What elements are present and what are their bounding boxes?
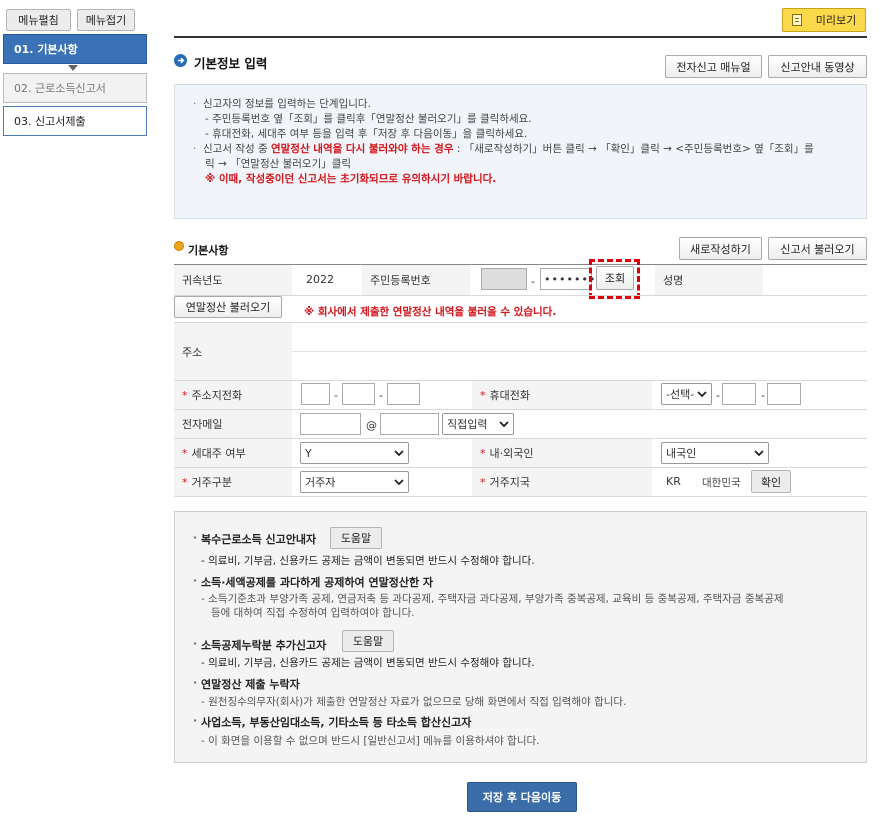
note-detail: - 원천징수의무자(회사)가 제출한 연말정산 자료가 없으므로 당해 화면에서… xyxy=(201,696,627,708)
household-label: * 세대주 여부 xyxy=(174,439,292,467)
load-settlement-button[interactable]: 연말정산 불러오기 xyxy=(174,296,282,318)
email-domain-select[interactable]: 직접입력 xyxy=(442,413,514,435)
info-warning: ※ 이때, 작성중이던 신고서는 초기화되므로 유의하시기 바랍니다. xyxy=(205,173,497,185)
note-detail: - 이 화면을 이용할 수 없으며 반드시 [일반신고서] 메뉴를 이용하셔야 … xyxy=(201,735,540,747)
rrn-label: 주민등록번호 xyxy=(362,265,470,295)
residence-country-label: * 거주지국 xyxy=(472,468,652,496)
menu-expand-button[interactable]: 메뉴펼침 xyxy=(6,9,71,31)
note-heading: 사업소득, 부동산임대소득, 기타소득 등 타소득 합산신고자 xyxy=(193,714,471,730)
residence-type-label: * 거주구분 xyxy=(174,468,292,496)
mobile-prefix-select[interactable]: -선택- xyxy=(661,383,712,405)
note-heading: 소득·세액공제를 과다하게 공제하여 연말정산한 자 xyxy=(193,574,433,590)
chevron-down-icon xyxy=(394,479,404,486)
info-box: 신고자의 정보를 입력하는 단계입니다. - 주민등록번호 옆「조회」를 클릭후… xyxy=(174,84,867,219)
nav-item-label: 02. 근로소득신고서 xyxy=(14,82,106,95)
chevron-down-icon xyxy=(697,391,707,398)
country-name: 대한민국 xyxy=(702,477,741,489)
guide-video-button[interactable]: 신고안내 동영상 xyxy=(768,55,867,78)
page-title: 기본정보 입력 xyxy=(194,56,268,71)
note-detail: - 의료비, 기부금, 신용카드 공제는 금액이 변동되면 반드시 수정해야 합… xyxy=(201,657,535,669)
household-select[interactable]: Y xyxy=(300,442,409,464)
year-value: 2022 xyxy=(306,273,334,286)
note-heading: 복수근로소득 신고안내자 xyxy=(193,531,316,547)
preview-button[interactable]: 미리보기 xyxy=(782,8,866,32)
load-notice: ※ 회사에서 제출한 연말정산 내역을 불러올 수 있습니다. xyxy=(304,306,557,318)
chevron-down-icon xyxy=(754,450,764,457)
phone-separator: - xyxy=(716,389,720,402)
email-at: @ xyxy=(366,419,377,432)
phone-separator: - xyxy=(334,389,338,402)
country-code: KR xyxy=(666,475,681,488)
email-domain-field[interactable] xyxy=(380,413,439,435)
nationality-label: * 내·외국인 xyxy=(472,439,652,467)
info-line: 신고자의 정보를 입력하는 단계입니다. xyxy=(193,97,848,112)
arrow-circle-icon xyxy=(174,54,187,67)
info-line: - 주민등록번호 옆「조회」를 클릭후「연말정산 불러오기」를 클릭하세요. xyxy=(205,113,532,125)
home-phone-area-field[interactable] xyxy=(301,383,330,405)
home-phone-label: * 주소지전화 xyxy=(174,381,292,409)
name-label: 성명 xyxy=(655,265,763,295)
bullet-circle-icon xyxy=(174,241,184,251)
email-id-field[interactable] xyxy=(300,413,361,435)
note-detail: 등에 대하여 직접 수정하여 입력하여야 합니다. xyxy=(211,607,415,619)
info-line: 릭 → 「연말정산 불러오기」클릭 xyxy=(205,158,352,170)
country-confirm-button[interactable]: 확인 xyxy=(751,470,791,493)
mobile-mid-field[interactable] xyxy=(722,383,756,405)
document-icon xyxy=(791,14,802,26)
help-button[interactable]: 도움말 xyxy=(330,527,382,549)
guidance-box: 복수근로소득 신고안내자 도움말 - 의료비, 기부금, 신용카드 공제는 금액… xyxy=(174,511,867,763)
phone-separator: - xyxy=(761,389,765,402)
home-phone-last-field[interactable] xyxy=(387,383,420,405)
info-line: 신고서 작성 중 연말정산 내역을 다시 불러와야 하는 경우 : 「새로작성하… xyxy=(193,142,848,157)
menu-collapse-button[interactable]: 메뉴접기 xyxy=(77,9,135,31)
nav-item-submit[interactable]: 03. 신고서제출 xyxy=(3,106,147,136)
load-return-button[interactable]: 신고서 불러오기 xyxy=(768,237,867,260)
email-label: 전자메일 xyxy=(174,410,292,438)
chevron-down-icon xyxy=(394,450,404,457)
nav-item-label: 03. 신고서제출 xyxy=(14,115,86,128)
mobile-last-field[interactable] xyxy=(767,383,801,405)
nav-item-label: 01. 기본사항 xyxy=(14,43,78,56)
save-and-next-button[interactable]: 저장 후 다음이동 xyxy=(467,782,577,812)
note-heading: 연말정산 제출 누락자 xyxy=(193,676,300,692)
rrn-back-field[interactable]: ••••••• xyxy=(540,268,595,290)
home-phone-mid-field[interactable] xyxy=(342,383,375,405)
nav-item-income-report[interactable]: 02. 근로소득신고서 xyxy=(3,73,147,103)
lookup-highlight xyxy=(589,259,640,299)
mobile-label: * 휴대전화 xyxy=(472,381,652,409)
chevron-down-icon xyxy=(499,421,509,428)
rrn-separator: - xyxy=(531,275,535,288)
nav-item-basic-info[interactable]: 01. 기본사항 xyxy=(3,34,147,64)
note-detail: - 소득기준초과 부양가족 공제, 연금저축 등 과다공제, 주택자금 과다공제… xyxy=(201,593,784,605)
preview-label: 미리보기 xyxy=(815,14,857,27)
header-divider xyxy=(174,36,867,38)
address-line-divider xyxy=(292,351,867,352)
year-label: 귀속년도 xyxy=(174,265,292,295)
info-line: - 휴대전화, 세대주 여부 등을 입력 후「저장 후 다음이동」을 클릭하세요… xyxy=(205,128,528,140)
new-write-button[interactable]: 새로작성하기 xyxy=(679,237,762,260)
note-detail: - 의료비, 기부금, 신용카드 공제는 금액이 변동되면 반드시 수정해야 합… xyxy=(201,555,535,567)
chevron-down-icon xyxy=(68,65,78,71)
help-button[interactable]: 도움말 xyxy=(342,630,394,652)
section-title: 기본사항 xyxy=(188,244,229,257)
e-filing-manual-button[interactable]: 전자신고 매뉴얼 xyxy=(665,55,762,78)
residence-type-select[interactable]: 거주자 xyxy=(300,471,409,493)
phone-separator: - xyxy=(379,389,383,402)
address-label: 주소 xyxy=(174,323,292,380)
nationality-select[interactable]: 내국인 xyxy=(661,442,769,464)
table-bottom-line xyxy=(174,496,867,497)
rrn-front-field[interactable] xyxy=(481,268,527,290)
note-heading: 소득공제누락분 추가신고자 xyxy=(193,637,326,653)
